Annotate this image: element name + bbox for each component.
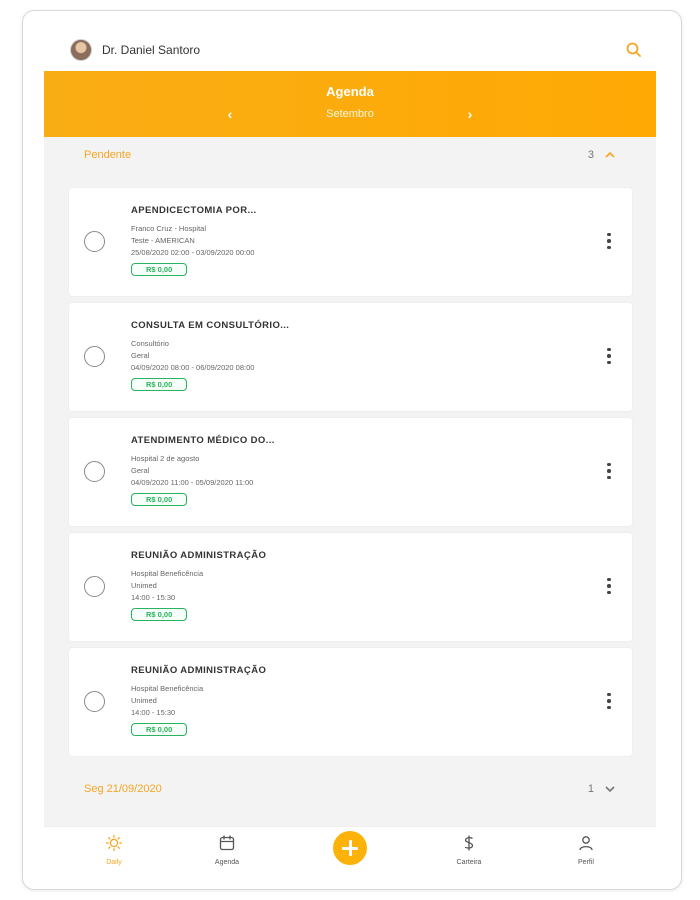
user-name: Dr. Daniel Santoro [102, 43, 201, 57]
price-badge: R$ 0,00 [131, 378, 188, 391]
price-badge: R$ 0,00 [131, 723, 188, 736]
card-datetime: 04/09/2020 11:00 - 05/09/2020 11:00 [131, 478, 254, 487]
complete-radio[interactable] [84, 461, 105, 482]
bottom-nav: Daily Agenda Carteira Perfil [44, 826, 656, 877]
nav-carteira[interactable]: Carteira [429, 827, 509, 877]
card-body: ATENDIMENTO MÉDICO DO... Hospital 2 de a… [131, 435, 551, 507]
card-title: REUNIÃO ADMINISTRAÇÃO [131, 665, 267, 676]
month-label: Setembro [326, 108, 374, 120]
calendar-icon [219, 835, 235, 851]
section-header-date[interactable]: Seg 21/09/2020 1 [44, 771, 656, 807]
user-icon [579, 836, 593, 851]
card-location: Franco Cruz - Hospital [131, 224, 207, 233]
section-count: 3 [587, 149, 594, 161]
price-badge: R$ 0,00 [131, 608, 188, 621]
appointment-card[interactable]: ATENDIMENTO MÉDICO DO... Hospital 2 de a… [69, 418, 632, 526]
price-badge: R$ 0,00 [131, 263, 188, 276]
card-title: CONSULTA EM CONSULTÓRIO... [131, 320, 290, 331]
card-datetime: 25/08/2020 02:00 - 03/09/2020 00:00 [131, 248, 255, 257]
nav-label: Daily [106, 859, 122, 866]
chevron-up-icon[interactable] [604, 149, 616, 161]
complete-radio[interactable] [84, 231, 105, 252]
chevron-left-icon[interactable]: ‹ [220, 103, 240, 125]
more-vertical-icon[interactable] [601, 345, 617, 367]
nav-daily[interactable]: Daily [74, 827, 154, 877]
card-title: REUNIÃO ADMINISTRAÇÃO [131, 550, 267, 561]
section-count: 1 [587, 783, 594, 795]
dollar-icon [464, 835, 474, 851]
complete-radio[interactable] [84, 576, 105, 597]
top-bar: Dr. Daniel Santoro [44, 29, 656, 71]
card-datetime: 14:00 - 15:30 [131, 708, 176, 717]
card-insurance: Unimed [131, 581, 157, 590]
card-insurance: Teste - AMERICAN [131, 236, 195, 245]
month-navigator: ‹ Setembro › [44, 103, 656, 125]
card-body: CONSULTA EM CONSULTÓRIO... Consultório G… [131, 320, 551, 392]
appointment-card[interactable]: REUNIÃO ADMINISTRAÇÃO Hospital Beneficên… [69, 533, 632, 641]
more-vertical-icon[interactable] [601, 690, 617, 712]
card-insurance: Unimed [131, 696, 157, 705]
card-location: Consultório [131, 339, 169, 348]
card-location: Hospital Beneficência [131, 684, 204, 693]
card-body: REUNIÃO ADMINISTRAÇÃO Hospital Beneficên… [131, 665, 551, 737]
plus-icon[interactable] [333, 831, 367, 865]
more-vertical-icon[interactable] [601, 575, 617, 597]
device-frame: Dr. Daniel Santoro Agenda ‹ Setembro › P… [22, 10, 682, 890]
appointment-card[interactable]: CONSULTA EM CONSULTÓRIO... Consultório G… [69, 303, 632, 411]
card-body: REUNIÃO ADMINISTRAÇÃO Hospital Beneficên… [131, 550, 551, 622]
card-title: APENDICECTOMIA POR... [131, 205, 257, 216]
card-location: Hospital 2 de agosto [131, 454, 200, 463]
appointment-list: APENDICECTOMIA POR... Franco Cruz - Hosp… [69, 188, 632, 763]
section-title: Pendente [84, 149, 132, 161]
section-header-pendente[interactable]: Pendente 3 [44, 137, 656, 173]
section-title: Seg 21/09/2020 [84, 783, 162, 795]
chevron-right-icon[interactable]: › [460, 103, 480, 125]
search-icon[interactable] [624, 40, 644, 60]
more-vertical-icon[interactable] [601, 230, 617, 252]
agenda-header: Agenda ‹ Setembro › [44, 71, 656, 137]
more-vertical-icon[interactable] [601, 460, 617, 482]
complete-radio[interactable] [84, 691, 105, 712]
card-location: Hospital Beneficência [131, 569, 204, 578]
page-title: Agenda [326, 84, 374, 99]
chevron-down-icon[interactable] [604, 783, 616, 795]
card-datetime: 14:00 - 15:30 [131, 593, 176, 602]
complete-radio[interactable] [84, 346, 105, 367]
card-title: ATENDIMENTO MÉDICO DO... [131, 435, 275, 446]
nav-label: Agenda [214, 859, 240, 866]
card-insurance: Geral [131, 466, 150, 475]
nav-label: Carteira [456, 859, 482, 866]
nav-agenda[interactable]: Agenda [187, 827, 267, 877]
appointment-card[interactable]: REUNIÃO ADMINISTRAÇÃO Hospital Beneficên… [69, 648, 632, 756]
app-screen: Dr. Daniel Santoro Agenda ‹ Setembro › P… [44, 29, 656, 877]
sun-icon [105, 834, 123, 852]
price-badge: R$ 0,00 [131, 493, 188, 506]
avatar[interactable] [70, 39, 92, 61]
card-datetime: 04/09/2020 08:00 - 06/09/2020 08:00 [131, 363, 255, 372]
nav-label: Perfil [578, 859, 594, 866]
appointment-card[interactable]: APENDICECTOMIA POR... Franco Cruz - Hosp… [69, 188, 632, 296]
card-body: APENDICECTOMIA POR... Franco Cruz - Hosp… [131, 205, 551, 277]
card-insurance: Geral [131, 351, 150, 360]
nav-perfil[interactable]: Perfil [546, 827, 626, 877]
